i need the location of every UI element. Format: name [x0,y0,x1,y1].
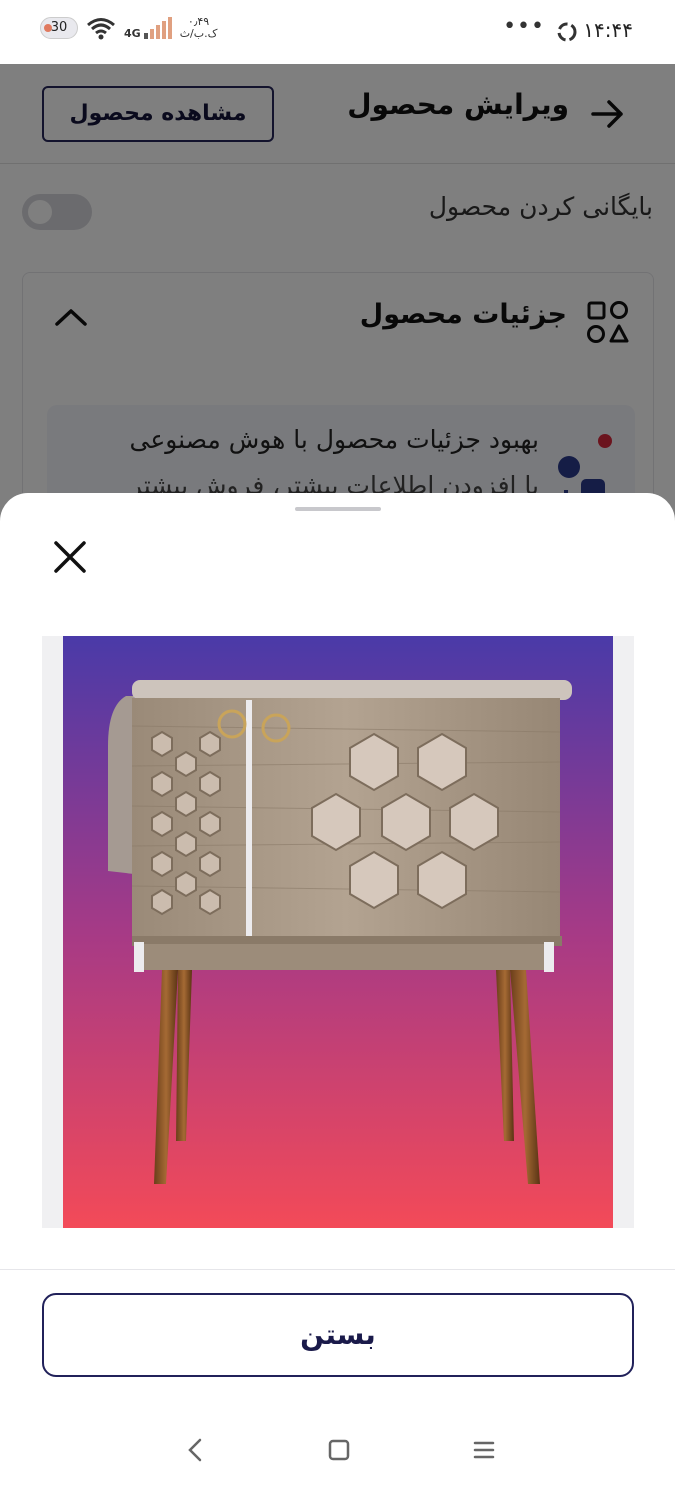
system-nav-bar [0,1419,675,1483]
product-image [42,636,634,1228]
wifi-icon [87,18,115,40]
sheet-divider [0,1269,675,1270]
battery-indicator: 30 [40,17,78,39]
image-preview-sheet: بستن [0,493,675,1500]
sync-icon [557,22,577,42]
status-left-group: 30 4G ۰٫۴۹ ک.ب/ث [40,16,217,40]
net-speed: ۰٫۴۹ ک.ب/ث [180,16,218,40]
network-type: 4G [124,27,141,40]
clock: ۱۴:۴۴ [583,18,633,42]
nav-back-icon[interactable] [182,1435,208,1465]
signal-bars-icon [143,17,172,39]
more-notifications-icon: ••• [503,14,545,39]
close-button[interactable]: بستن [42,1293,634,1377]
product-photo [63,636,613,1228]
drag-handle[interactable] [295,507,381,511]
nav-home-icon[interactable] [326,1437,352,1463]
nav-recents-icon[interactable] [470,1437,498,1463]
net-speed-unit: ک.ب/ث [179,27,218,40]
close-icon[interactable] [50,537,90,577]
signal-group: 4G [124,17,172,39]
status-bar: 30 4G ۰٫۴۹ ک.ب/ث ••• ۱۴:۴۴ [0,0,675,64]
